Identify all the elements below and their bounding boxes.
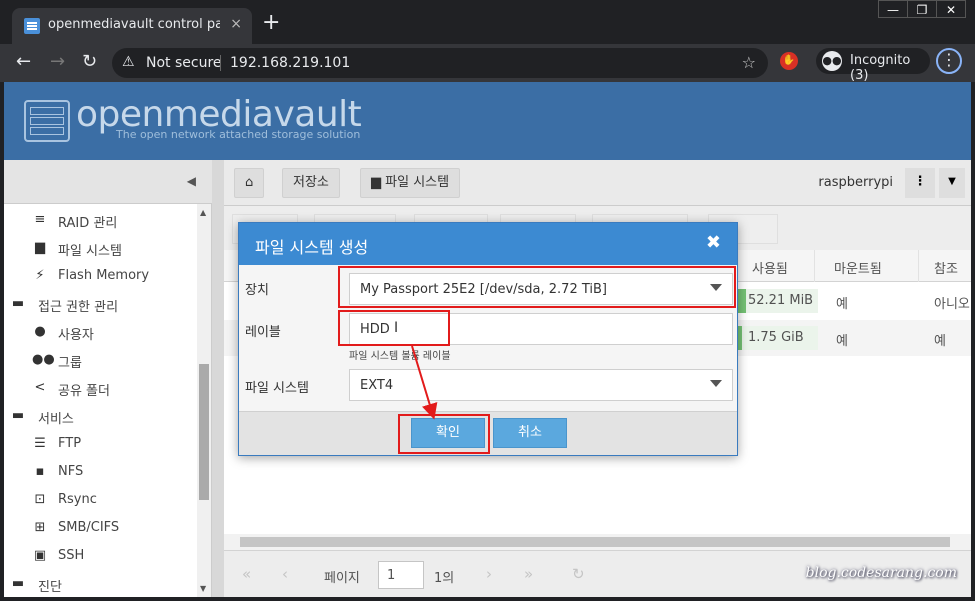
annotation-arrow [411,345,438,420]
